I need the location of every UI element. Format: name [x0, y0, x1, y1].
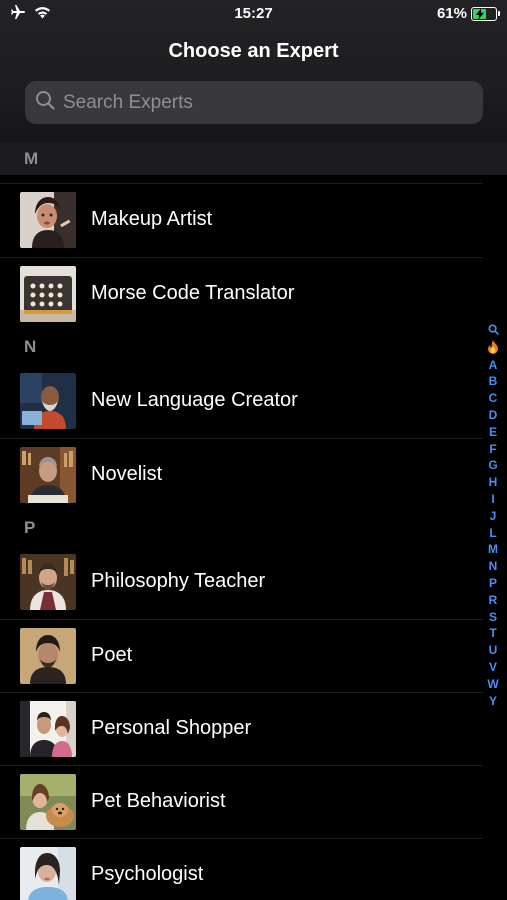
morse-code-translator-avatar [20, 265, 76, 322]
index-letter-e[interactable]: E [489, 424, 497, 441]
list-item-label: Novelist [91, 463, 163, 485]
pet-behaviorist-avatar [20, 773, 76, 830]
index-letter-j[interactable]: J [490, 508, 497, 525]
index-letter-t[interactable]: T [489, 625, 496, 642]
battery-percent: 61% [436, 5, 467, 22]
list-item-philosophy-teacher[interactable]: Philosophy Teacher [0, 545, 483, 618]
index-letter-r[interactable]: R [489, 592, 498, 609]
section-header-p: P [24, 518, 36, 537]
list-item-label: Pet Behaviorist [91, 790, 226, 812]
novelist-avatar [20, 446, 76, 503]
personal-shopper-avatar [20, 700, 76, 757]
poet-avatar [20, 627, 76, 684]
index-letter-f[interactable]: F [489, 441, 496, 458]
index-letter-l[interactable]: L [489, 525, 496, 542]
index-letter-p[interactable]: P [489, 575, 497, 592]
index-letter-a[interactable]: A [489, 357, 498, 374]
index-letter-b[interactable]: B [489, 373, 498, 390]
list-item-pet-behaviorist[interactable]: Pet Behaviorist [0, 765, 483, 838]
index-letter-h[interactable]: H [489, 474, 498, 491]
index-letter-n[interactable]: N [489, 558, 498, 575]
index-search-icon[interactable] [487, 323, 499, 340]
list-item-label: Makeup Artist [91, 208, 213, 230]
section-header-n: N [24, 337, 37, 356]
search-bar[interactable] [25, 81, 483, 124]
charging-bolt-icon [475, 8, 484, 19]
page-title: Choose an Expert [168, 40, 339, 62]
list-item-poet[interactable]: Poet [0, 619, 483, 692]
search-icon [35, 90, 55, 115]
list-item-morse-code-translator[interactable]: Morse Code Translator [0, 257, 483, 330]
new-language-creator-avatar [20, 372, 76, 429]
section-header-m: M [0, 143, 507, 175]
psychologist-avatar [20, 846, 76, 900]
index-letter-i[interactable]: I [491, 491, 494, 508]
list-item-label: Philosophy Teacher [91, 570, 266, 592]
list-item-label: Psychologist [91, 863, 204, 885]
list-item-label: Poet [91, 644, 133, 666]
index-letter-m[interactable]: M [488, 541, 498, 558]
status-right: 61% [436, 5, 500, 22]
list-item-novelist[interactable]: Novelist [0, 438, 483, 511]
index-letter-c[interactable]: C [489, 390, 498, 407]
makeup-artist-avatar [20, 191, 76, 248]
list-item-label: New Language Creator [91, 389, 298, 411]
status-bar: 15:27 61% [0, 0, 507, 28]
list-item-new-language-creator[interactable]: New Language Creator [0, 364, 483, 437]
search-input[interactable] [63, 91, 443, 114]
philosophy-teacher-avatar [20, 553, 76, 610]
battery-icon [471, 6, 500, 21]
index-letter-d[interactable]: D [489, 407, 498, 424]
index-letter-y[interactable]: Y [489, 693, 497, 710]
index-letter-u[interactable]: U [489, 642, 498, 659]
index-letter-w[interactable]: W [487, 676, 498, 693]
list-item-label: Morse Code Translator [91, 282, 295, 304]
alphabet-index[interactable]: ABCDEFGHIJLMNPRSTUVWY [485, 323, 501, 709]
index-letter-s[interactable]: S [489, 609, 497, 626]
list-item-label: Personal Shopper [91, 717, 252, 739]
list-item-personal-shopper[interactable]: Personal Shopper [0, 692, 483, 765]
list-item-makeup-artist[interactable]: Makeup Artist [0, 183, 483, 256]
index-letter-v[interactable]: V [489, 659, 497, 676]
status-time: 15:27 [234, 5, 273, 22]
list-item-psychologist[interactable]: Psychologist [0, 838, 483, 900]
index-letter-g[interactable]: G [488, 457, 497, 474]
index-fire-icon[interactable] [487, 339, 499, 357]
